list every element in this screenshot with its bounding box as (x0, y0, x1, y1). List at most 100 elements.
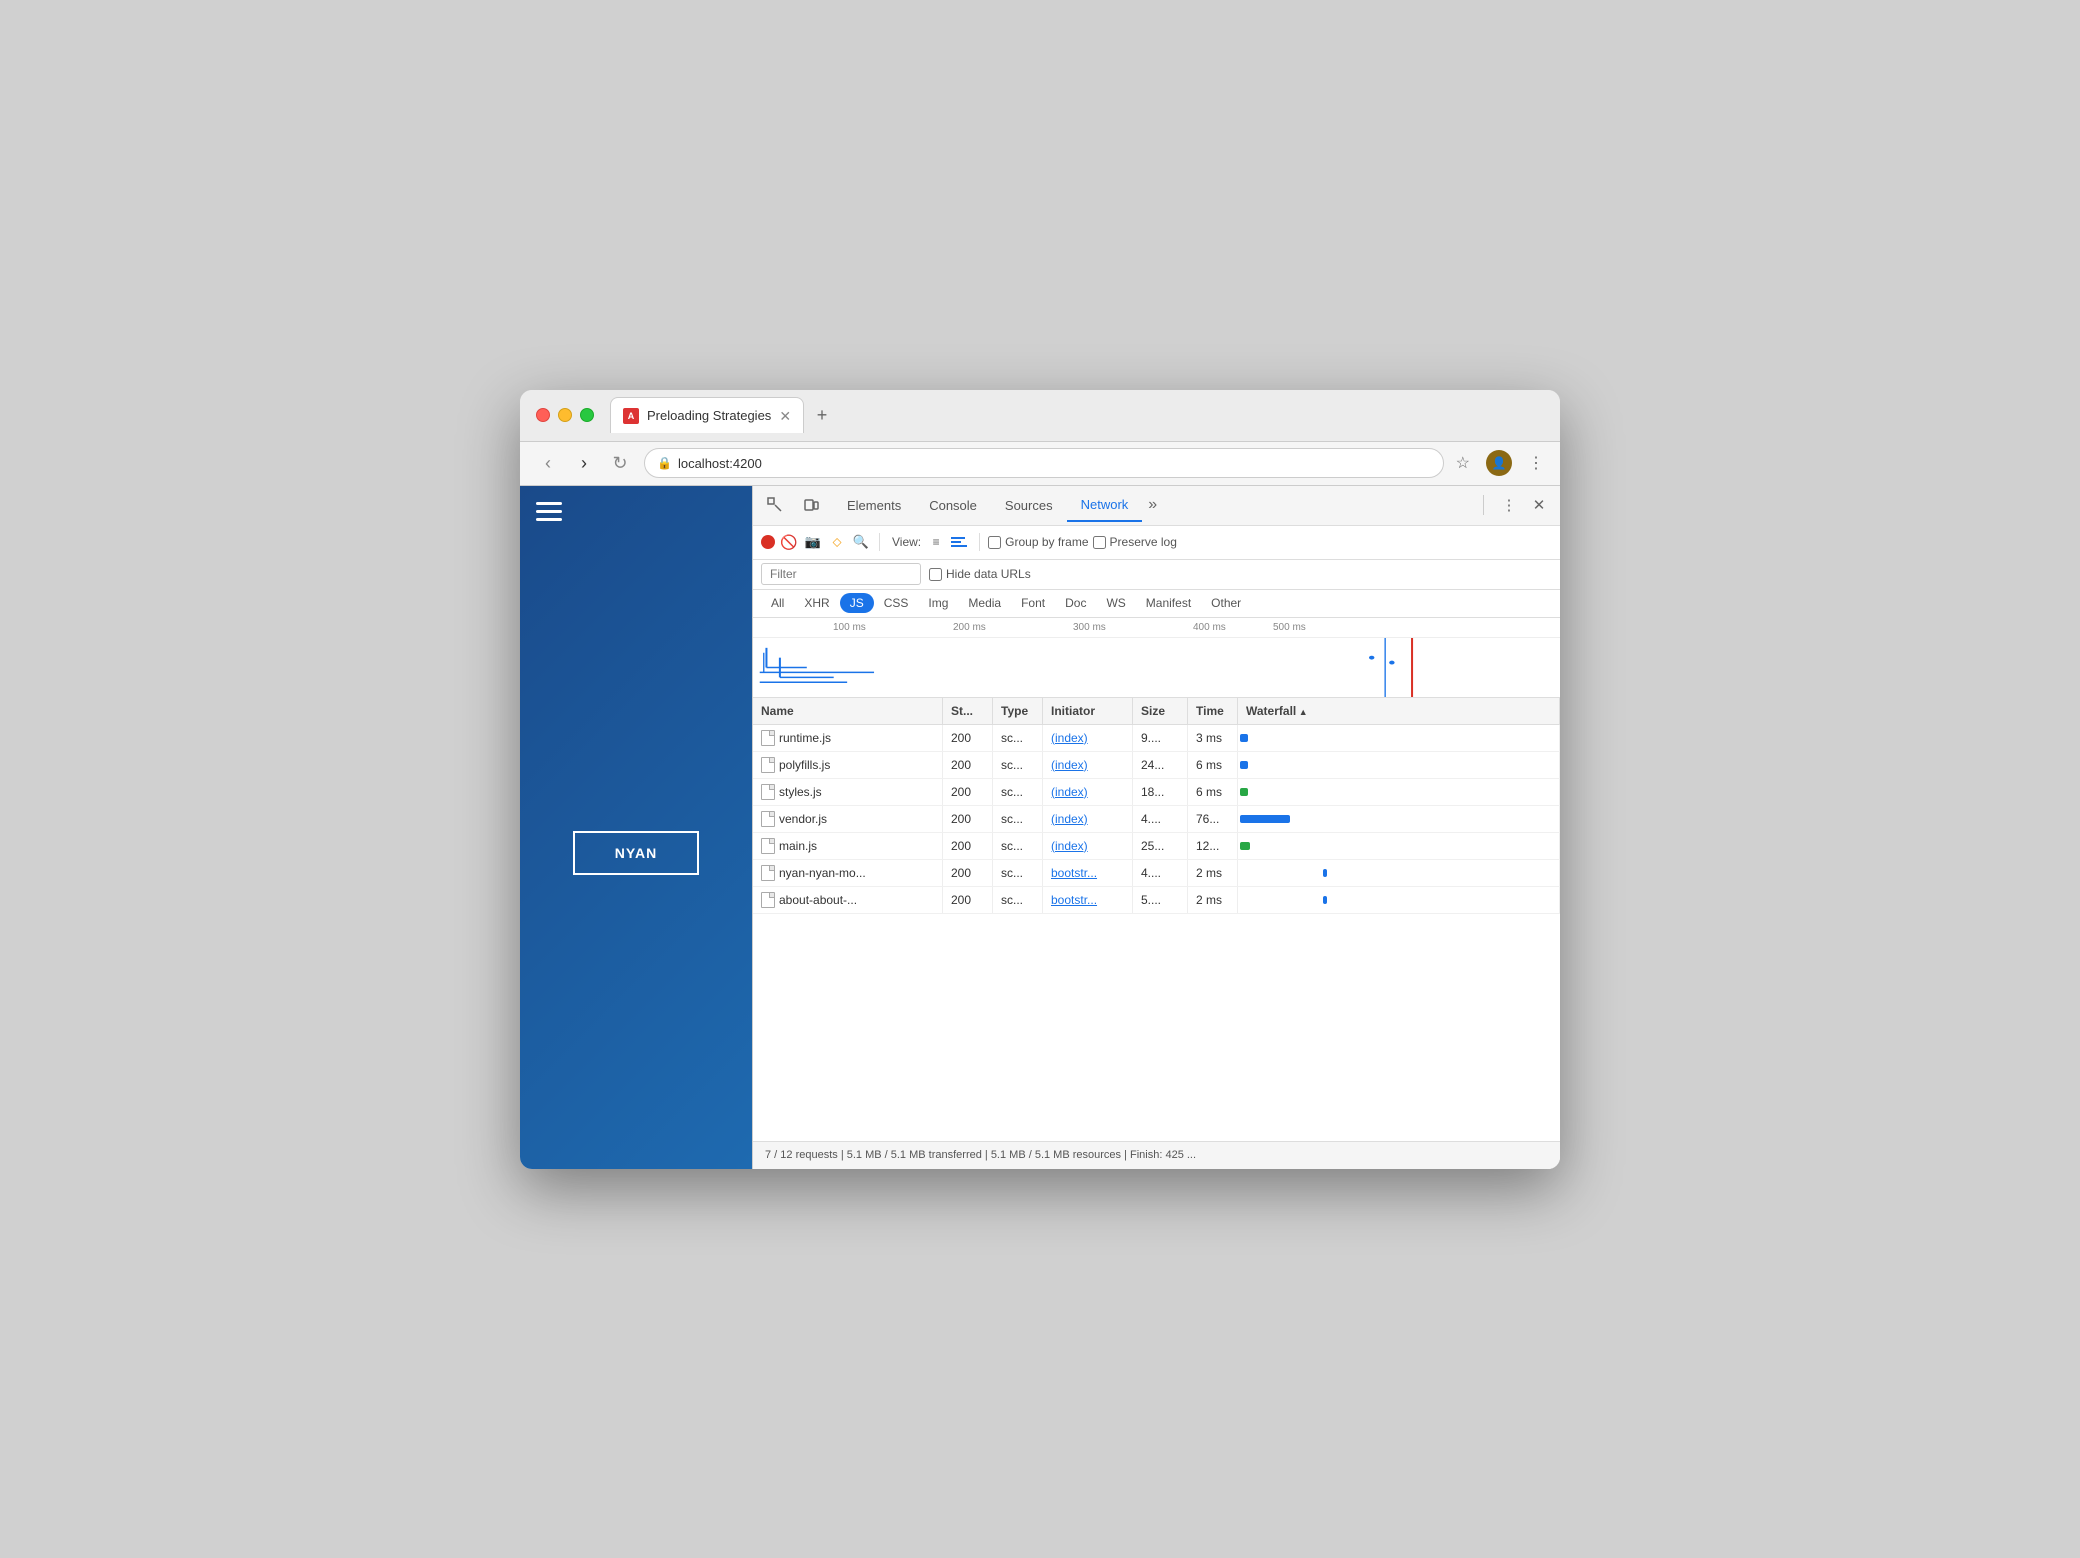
td-status: 200 (943, 887, 993, 913)
table-row[interactable]: polyfills.js 200 sc... (index) 24... 6 m… (753, 752, 1560, 779)
search-button[interactable]: 🔍 (851, 532, 871, 552)
table-row[interactable]: nyan-nyan-mo... 200 sc... bootstr... 4..… (753, 860, 1560, 887)
td-initiator: (index) (1043, 833, 1133, 859)
device-toolbar-icon[interactable] (797, 491, 825, 519)
table-row[interactable]: about-about-... 200 sc... bootstr... 5..… (753, 887, 1560, 914)
td-time: 12... (1188, 833, 1238, 859)
td-status: 200 (943, 779, 993, 805)
devtools-close-button[interactable]: ✕ (1526, 492, 1552, 518)
bookmark-icon[interactable]: ☆ (1456, 453, 1470, 473)
th-time[interactable]: Time (1188, 698, 1238, 724)
filter-button[interactable]: ⬦ (827, 532, 847, 552)
devtools-titlebar: Elements Console Sources Network » (753, 486, 1560, 526)
forward-button[interactable]: › (572, 453, 596, 474)
type-tab-css[interactable]: CSS (874, 593, 919, 613)
user-avatar[interactable]: 👤 (1486, 450, 1512, 476)
hamburger-line-2 (536, 510, 562, 513)
td-waterfall (1238, 752, 1560, 778)
td-size: 18... (1133, 779, 1188, 805)
reload-button[interactable]: ↻ (608, 453, 632, 474)
type-tab-img[interactable]: Img (918, 593, 958, 613)
screenshot-button[interactable]: 📷 (803, 532, 823, 552)
table-row[interactable]: styles.js 200 sc... (index) 18... 6 ms (753, 779, 1560, 806)
browser-actions: ☆ 👤 ⋮ (1456, 450, 1544, 476)
type-tab-font[interactable]: Font (1011, 593, 1055, 613)
th-size[interactable]: Size (1133, 698, 1188, 724)
td-time: 2 ms (1188, 887, 1238, 913)
td-waterfall (1238, 833, 1560, 859)
file-icon (761, 838, 775, 854)
tab-favicon: A (623, 408, 639, 424)
td-time: 76... (1188, 806, 1238, 832)
inspect-element-icon[interactable] (761, 491, 789, 519)
group-by-frame-checkbox[interactable] (988, 536, 1001, 549)
timeline-chart (753, 638, 1560, 697)
list-view-button[interactable]: ≡ (925, 531, 947, 553)
td-size: 9.... (1133, 725, 1188, 751)
file-icon (761, 730, 775, 746)
type-tab-js[interactable]: JS (840, 593, 874, 613)
type-tab-xhr[interactable]: XHR (794, 593, 839, 613)
table-row[interactable]: runtime.js 200 sc... (index) 9.... 3 ms (753, 725, 1560, 752)
table-row[interactable]: vendor.js 200 sc... (index) 4.... 76... (753, 806, 1560, 833)
menu-icon[interactable]: ⋮ (1528, 453, 1544, 473)
back-button[interactable]: ‹ (536, 453, 560, 474)
tab-sources[interactable]: Sources (991, 490, 1067, 521)
type-tab-ws[interactable]: WS (1096, 593, 1135, 613)
type-tab-manifest[interactable]: Manifest (1136, 593, 1201, 613)
main-content: NYAN (520, 486, 1560, 1169)
preserve-log-checkbox[interactable] (1093, 536, 1106, 549)
td-type: sc... (993, 806, 1043, 832)
status-bar: 7 / 12 requests | 5.1 MB / 5.1 MB transf… (753, 1141, 1560, 1169)
tab-network[interactable]: Network (1067, 489, 1143, 522)
tab-elements[interactable]: Elements (833, 490, 915, 521)
timeline-markers: 100 ms 200 ms 300 ms 400 ms 500 ms (753, 618, 1560, 638)
clear-button[interactable]: 🚫 (779, 532, 799, 552)
hamburger-line-1 (536, 502, 562, 505)
td-waterfall (1238, 806, 1560, 832)
tab-console[interactable]: Console (915, 490, 991, 521)
td-size: 25... (1133, 833, 1188, 859)
preserve-log-label[interactable]: Preserve log (1093, 535, 1177, 549)
td-size: 4.... (1133, 860, 1188, 886)
hide-data-urls-label[interactable]: Hide data URLs (929, 567, 1031, 581)
td-type: sc... (993, 833, 1043, 859)
td-name: polyfills.js (753, 752, 943, 778)
type-tab-other[interactable]: Other (1201, 593, 1251, 613)
type-filter: All XHR JS CSS Img Media Font Doc WS Man… (753, 590, 1560, 618)
th-initiator[interactable]: Initiator (1043, 698, 1133, 724)
waterfall-view-button[interactable] (949, 531, 971, 553)
record-button[interactable] (761, 535, 775, 549)
url-text: localhost:4200 (678, 456, 762, 471)
td-name: nyan-nyan-mo... (753, 860, 943, 886)
minimize-button[interactable] (558, 408, 572, 422)
hide-data-urls-checkbox[interactable] (929, 568, 942, 581)
th-type[interactable]: Type (993, 698, 1043, 724)
td-time: 2 ms (1188, 860, 1238, 886)
lock-icon: 🔒 (657, 456, 672, 470)
type-tab-all[interactable]: All (761, 593, 794, 613)
table-header: Name St... Type Initiator Size Time Wate… (753, 698, 1560, 725)
group-by-frame-label[interactable]: Group by frame (988, 535, 1088, 549)
new-tab-button[interactable]: + (808, 401, 836, 429)
file-icon (761, 811, 775, 827)
hamburger-menu[interactable] (536, 502, 736, 521)
table-row[interactable]: main.js 200 sc... (index) 25... 12... (753, 833, 1560, 860)
url-bar[interactable]: 🔒 localhost:4200 (644, 448, 1444, 478)
th-waterfall[interactable]: Waterfall (1238, 698, 1560, 724)
type-tab-media[interactable]: Media (958, 593, 1011, 613)
tab-close-button[interactable]: ✕ (779, 409, 791, 423)
devtools-more-tabs[interactable]: » (1142, 496, 1163, 514)
type-tab-doc[interactable]: Doc (1055, 593, 1096, 613)
filter-input[interactable] (761, 563, 921, 585)
active-tab[interactable]: A Preloading Strategies ✕ (610, 397, 804, 433)
nyan-button[interactable]: NYAN (573, 831, 699, 875)
td-name: runtime.js (753, 725, 943, 751)
th-status[interactable]: St... (943, 698, 993, 724)
th-name[interactable]: Name (753, 698, 943, 724)
close-button[interactable] (536, 408, 550, 422)
devtools-more-options[interactable]: ⋮ (1496, 492, 1522, 518)
status-text: 7 / 12 requests | 5.1 MB / 5.1 MB transf… (765, 1149, 1196, 1161)
td-size: 24... (1133, 752, 1188, 778)
maximize-button[interactable] (580, 408, 594, 422)
